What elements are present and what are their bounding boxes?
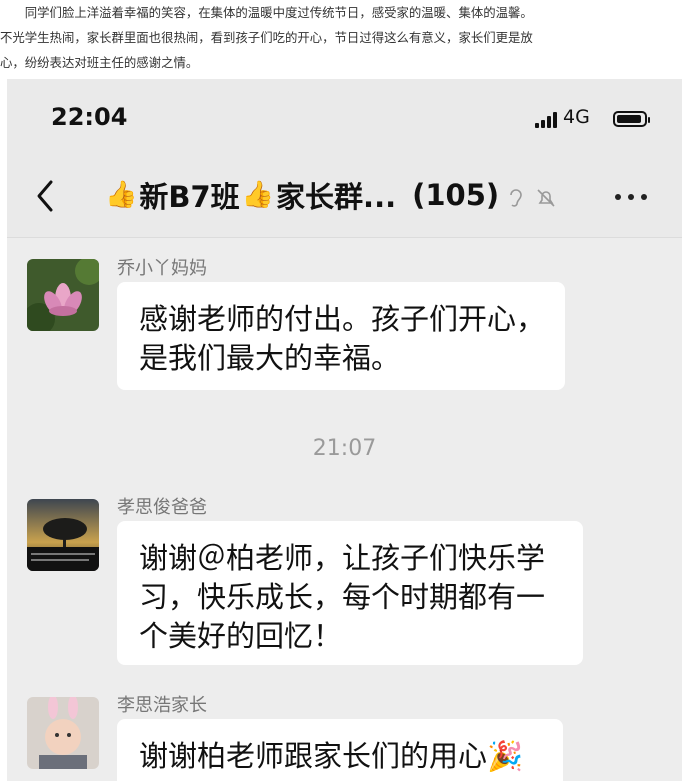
sender-name: 李思浩家长 (117, 695, 207, 716)
chevron-left-icon (37, 180, 53, 212)
chat-nav-bar: 👍 新B7班 👍 家长群... (105) (7, 159, 682, 238)
chat-title-prefix: 新B7班 (139, 180, 240, 214)
chat-title: 👍 新B7班 👍 家长群... (105) (105, 175, 499, 215)
status-time: 22:04 (51, 103, 128, 131)
thumbs-up-icon: 👍 (105, 180, 138, 210)
avatar[interactable] (27, 697, 99, 769)
article-line: 同学们脸上洋溢着幸福的笑容，在集体的温暖中度过传统节日，感受家的温暖、集体的温馨… (0, 5, 533, 20)
more-button[interactable] (615, 187, 655, 207)
more-dot-icon (628, 194, 634, 200)
back-button[interactable] (31, 178, 61, 214)
thumbs-up-icon: 👍 (241, 180, 275, 210)
message-bubble[interactable]: 谢谢＠柏老师，让孩子们快乐学 习，快乐成长，每个时期都有一 个美好的回忆！ (117, 521, 583, 665)
message-line: 谢谢柏老师跟家长们的用心🎉 (139, 739, 524, 773)
more-dot-icon (641, 194, 647, 200)
message-line: 习，快乐成长，每个时期都有一 (139, 580, 546, 614)
phone-screenshot: 22:04 4G 👍 新B7班 👍 家长群... (105) 乔小丫妈妈 感谢老… (7, 79, 682, 781)
avatar[interactable] (27, 259, 99, 331)
article-line: 不光学生热闹，家长群里面也很热闹，看到孩子们吃的开心，节日过得这么有意义，家长们… (0, 30, 533, 45)
title-status-icons (507, 187, 557, 209)
chat-timestamp: 21:07 (312, 436, 377, 461)
ear-icon (510, 189, 522, 207)
tree-sunset-image (27, 499, 99, 571)
mute-bell-icon (537, 189, 555, 207)
more-dot-icon (615, 194, 621, 200)
signal-icon (535, 112, 557, 128)
message-bubble[interactable]: 谢谢柏老师跟家长们的用心🎉 (117, 719, 563, 781)
message-line: 是我们最大的幸福。 (139, 341, 401, 375)
article-text: 同学们脸上洋溢着幸福的笑容，在集体的温暖中度过传统节日，感受家的温暖、集体的温馨… (0, 0, 684, 75)
article-line: 心，纷纷表达对班主任的感谢之情。 (0, 55, 199, 70)
chat-title-suffix: 家长群... (276, 180, 397, 214)
message-bubble[interactable]: 感谢老师的付出。孩子们开心， 是我们最大的幸福。 (117, 282, 565, 390)
message-line: 个美好的回忆！ (139, 619, 343, 653)
member-count: (105) (412, 178, 500, 212)
message-line: 感谢老师的付出。孩子们开心， (139, 302, 546, 336)
sender-name: 乔小丫妈妈 (117, 258, 207, 279)
sender-name: 孝思俊爸爸 (117, 497, 207, 518)
battery-icon (613, 111, 650, 127)
avatar[interactable] (27, 499, 99, 571)
baby-photo-image (27, 697, 99, 769)
lotus-flower-image (27, 259, 99, 331)
network-label: 4G (563, 106, 590, 128)
status-bar: 22:04 4G (7, 79, 682, 159)
message-line: 谢谢＠柏老师，让孩子们快乐学 (139, 541, 546, 575)
